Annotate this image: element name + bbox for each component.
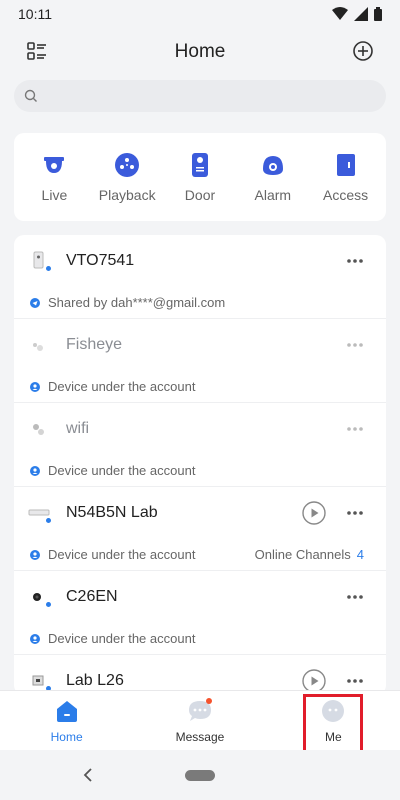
- nav-label: Me: [324, 729, 342, 744]
- device-subtitle: Device under the account: [14, 455, 386, 487]
- add-device-icon[interactable]: [352, 40, 374, 62]
- device-subtitle: Device under the account: [14, 623, 386, 655]
- device-subtitle-text: Device under the account: [48, 547, 196, 562]
- door-station-thumbnail-icon: [28, 250, 52, 272]
- quick-action-label: Live: [41, 187, 68, 203]
- more-options-icon[interactable]: [346, 503, 364, 523]
- more-options-icon[interactable]: [346, 335, 364, 355]
- device-list-icon[interactable]: [26, 40, 48, 62]
- search-icon: [24, 89, 37, 102]
- device-row-n54b5n-lab[interactable]: N54B5N Lab: [14, 487, 386, 539]
- account-icon: [30, 633, 40, 644]
- alarm-icon: [262, 156, 283, 175]
- nav-label: Message: [175, 729, 225, 744]
- share-icon: [30, 297, 40, 308]
- device-subtitle-text: Device under the account: [48, 463, 196, 478]
- device-row-c26en[interactable]: C26EN: [14, 571, 386, 623]
- cell-signal-icon: [354, 7, 368, 21]
- back-icon[interactable]: [80, 766, 96, 784]
- online-channels-count: 4: [356, 547, 364, 562]
- camera-thumbnail-icon: [28, 586, 52, 608]
- device-name: N54B5N Lab: [66, 504, 158, 521]
- quick-action-label: Alarm: [254, 187, 292, 203]
- device-subtitle-text: Device under the account: [48, 631, 196, 646]
- quick-action-door[interactable]: Door: [165, 151, 235, 203]
- access-icon: [336, 154, 355, 176]
- device-row-lab-l26[interactable]: Lab L26: [14, 655, 386, 695]
- device-name: C26EN: [66, 588, 118, 605]
- nav-label: Home: [50, 729, 83, 744]
- account-icon: [30, 465, 40, 476]
- profile-icon: [322, 699, 345, 722]
- device-subtitle: Device under the account Online Channels…: [14, 539, 386, 571]
- nvr-thumbnail-icon: [28, 502, 52, 524]
- account-icon: [30, 381, 40, 392]
- camera-thumbnail-icon: [28, 670, 52, 692]
- device-list: VTO7541 Shared by dah****@gmail.com Fish…: [14, 235, 386, 695]
- device-subtitle: Shared by dah****@gmail.com: [14, 287, 386, 319]
- status-icons: [332, 7, 382, 21]
- system-navigation-bar: [0, 750, 400, 800]
- play-icon[interactable]: [302, 501, 326, 525]
- bottom-navigation: Home Message Me: [0, 690, 400, 750]
- quick-action-label: Playback: [98, 187, 156, 203]
- device-name: wifi: [66, 420, 90, 437]
- device-subtitle-text: Shared by dah****@gmail.com: [48, 295, 226, 310]
- device-name: Lab L26: [66, 672, 124, 689]
- search-bar[interactable]: [14, 80, 386, 112]
- home-pill[interactable]: [185, 769, 215, 781]
- more-options-icon[interactable]: [346, 671, 364, 691]
- home-icon: [56, 700, 77, 722]
- playback-icon: [115, 153, 140, 177]
- more-options-icon[interactable]: [346, 419, 364, 439]
- quick-action-playback[interactable]: Playback: [92, 151, 162, 203]
- nav-me[interactable]: Me: [283, 698, 383, 744]
- device-name: VTO7541: [66, 252, 135, 269]
- battery-icon: [374, 7, 382, 21]
- status-bar: 10:11: [0, 0, 400, 28]
- quick-action-alarm[interactable]: Alarm: [238, 151, 308, 203]
- device-name: Fisheye: [66, 336, 123, 353]
- more-options-icon[interactable]: [346, 587, 364, 607]
- quick-action-label: Door: [184, 187, 216, 203]
- quick-action-access[interactable]: Access: [311, 151, 381, 203]
- device-row-fisheye[interactable]: Fisheye: [14, 319, 386, 371]
- door-station-icon: [191, 153, 208, 177]
- device-subtitle-text: Device under the account: [48, 379, 196, 394]
- wifi-signal-icon: [332, 7, 348, 20]
- device-row-vto7541[interactable]: VTO7541: [14, 235, 386, 287]
- page-title: Home: [174, 41, 226, 62]
- search-input[interactable]: [44, 88, 364, 104]
- device-subtitle: Device under the account: [14, 371, 386, 403]
- camera-dome-icon: [44, 157, 65, 173]
- status-time: 10:11: [18, 6, 52, 22]
- account-icon: [30, 549, 40, 560]
- online-channels: Online Channels 4: [255, 547, 364, 562]
- camera-thumbnail-icon: [28, 334, 50, 356]
- more-options-icon[interactable]: [346, 251, 364, 271]
- nav-home[interactable]: Home: [17, 698, 117, 744]
- online-channels-label: Online Channels: [254, 547, 351, 562]
- message-icon: [188, 697, 212, 721]
- quick-actions-card: Live Playback Door Alarm Access: [14, 133, 386, 221]
- app-header: Home: [0, 28, 400, 76]
- quick-action-label: Access: [323, 187, 369, 203]
- nav-message[interactable]: Message: [150, 697, 250, 744]
- device-row-wifi[interactable]: wifi: [14, 403, 386, 455]
- camera-thumbnail-icon: [28, 418, 50, 440]
- quick-action-live[interactable]: Live: [19, 151, 89, 203]
